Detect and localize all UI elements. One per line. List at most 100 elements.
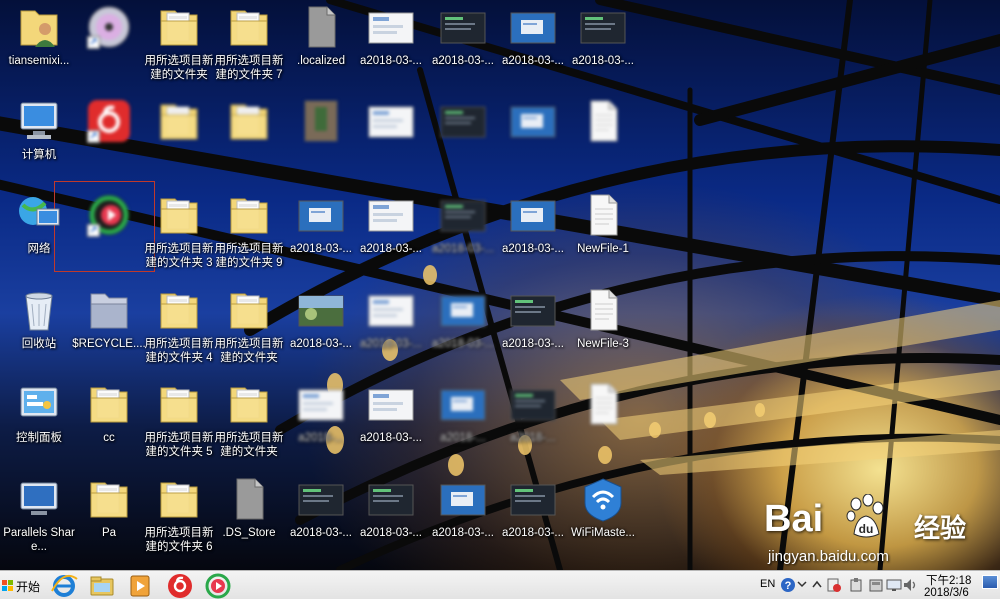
action-center-icon[interactable] (826, 577, 842, 593)
desktop-icon-folder-4[interactable]: 用所选项目新建的文件夹 4 (142, 283, 216, 375)
folder-icon (225, 286, 273, 334)
desktop-icon-wifi-master[interactable]: WiFiMaste... (566, 472, 640, 564)
desktop-icon-folder-10[interactable]: 用所选项目新建的文件夹 (212, 377, 286, 469)
desktop-icon-shot-r3c5[interactable]: a2018-03-... (284, 188, 358, 280)
desktop-icon-ds-store[interactable]: .DS_Store (212, 472, 286, 564)
desktop-icon-shot-r5c5[interactable]: a2018-... (284, 377, 358, 469)
desktop-icon-shot-r4c7[interactable]: a2018-03-... (426, 283, 500, 375)
desktop-icon-shot-r6c6[interactable]: a2018-03-... (354, 472, 428, 564)
desktop-icon-shot-r6c5[interactable]: a2018-03-... (284, 472, 358, 564)
desktop-icon-shot-r4c6[interactable]: a2018-03-... (354, 283, 428, 375)
desktop-icon-newfile-3[interactable]: NewFile-3 (566, 283, 640, 375)
volume-icon[interactable] (902, 577, 918, 593)
taskbar-video-player-button[interactable] (204, 573, 234, 599)
shot-light-icon (367, 97, 415, 145)
desktop-icon-folder-7[interactable]: 用所选项目新建的文件夹 7 (212, 0, 286, 92)
desktop-icon-shot-r3c8[interactable]: a2018-03-... (496, 188, 570, 280)
desktop-icon-shot-r2c6[interactable] (354, 94, 428, 186)
folder-icon (155, 3, 203, 51)
desktop-icon-shot-r5c7[interactable]: a2018-... (426, 377, 500, 469)
desktop-icon-shot-r2c7[interactable] (426, 94, 500, 186)
show-hidden-icons-icon[interactable] (810, 577, 824, 593)
desktop-icon-shot-r6c7[interactable]: a2018-03-... (426, 472, 500, 564)
desktop-icon-network[interactable]: 网络 (2, 188, 76, 280)
desktop-icon-shot-r1c9[interactable]: a2018-03-... (566, 0, 640, 92)
desktop[interactable]: tiansemixi... ↗ 用所选项目新建的文件夹 用所选项目新建的文件夹 7 .l… (0, 0, 1000, 570)
video-player-icon (205, 573, 231, 599)
shot-light-icon (367, 380, 415, 428)
taskbar: 开始 EN ? 下午2:18 2018/3/6 (0, 570, 1000, 599)
desktop-icon-shot-r2c8[interactable] (496, 94, 570, 186)
desktop-icon-app-r5c9[interactable] (566, 377, 640, 469)
storage-device-icon[interactable] (868, 577, 884, 593)
desktop-icon-file-r2c9[interactable] (566, 94, 640, 186)
file-white-icon (579, 191, 627, 239)
desktop-icon-localized[interactable]: .localized (284, 0, 358, 92)
desktop-icon-shot-r5c6[interactable]: a2018-03-... (354, 377, 428, 469)
desktop-icon-shot-r3c6[interactable]: a2018-03-... (354, 188, 428, 280)
taskbar-media-player-button[interactable] (126, 573, 156, 599)
computer-icon (15, 97, 63, 145)
folder-icon (155, 380, 203, 428)
help-icon[interactable]: ? (780, 577, 796, 593)
desktop-icon-dvd-drive[interactable]: ↗ (72, 0, 146, 92)
desktop-icon-folder-r2c3[interactable] (142, 94, 216, 186)
desktop-icon-label: a2018-03-... (501, 527, 564, 539)
shot-dark-icon (509, 286, 557, 334)
desktop-icon-folder-6[interactable]: 用所选项目新建的文件夹 6 (142, 472, 216, 564)
taskbar-ie-button[interactable] (50, 573, 80, 599)
desktop-icon-label: a2018-03-... (431, 527, 494, 539)
desktop-icon-netease-music[interactable]: ↗ (72, 94, 146, 186)
folder-icon (85, 380, 133, 428)
desktop-icon-recycle-folder[interactable]: $RECYCLE.... (72, 283, 146, 375)
desktop-icon-video-player[interactable]: ↗ (72, 188, 146, 280)
desktop-icon-label: cc (103, 432, 115, 444)
input-language-indicator[interactable]: EN (760, 578, 775, 590)
desktop-icon-label: 用所选项目新建的文件夹 6 (144, 527, 214, 553)
file-gray-icon (297, 3, 345, 51)
desktop-icon-label: a2018-03-... (289, 527, 352, 539)
desktop-icon-folder-8[interactable]: 用所选项目新建的文件夹 (212, 283, 286, 375)
desktop-icon-shot-r1c7[interactable]: a2018-03-... (426, 0, 500, 92)
desktop-icon-shot-r4c5[interactable]: a2018-03-... (284, 283, 358, 375)
desktop-icon-shot-r1c8[interactable]: a2018-03-... (496, 0, 570, 92)
desktop-icon-label: 用所选项目新建的文件夹 (214, 432, 284, 458)
folder-icon (225, 97, 273, 145)
watermark-brand-left: Bai (764, 498, 824, 540)
desktop-icon-shot-r3c7[interactable]: a2018-03-... (426, 188, 500, 280)
network-tray-icon[interactable] (886, 577, 902, 593)
chevron-down-icon[interactable] (797, 579, 807, 591)
desktop-icon-shot-r5c8[interactable]: a2018-... (496, 377, 570, 469)
desktop-icon-shot-r6c8[interactable]: a2018-03-... (496, 472, 570, 564)
desktop-icon-label: a2018-03-... (359, 55, 422, 67)
usb-device-icon[interactable] (848, 577, 864, 593)
desktop-icon-folder-3[interactable]: 用所选项目新建的文件夹 3 (142, 188, 216, 280)
show-desktop-button[interactable] (982, 575, 998, 589)
desktop-icon-control-panel[interactable]: 控制面板 (2, 377, 76, 469)
folder-icon (225, 191, 273, 239)
folder-icon (85, 475, 133, 523)
desktop-icon-shot-r1c6[interactable]: a2018-03-... (354, 0, 428, 92)
desktop-icon-photo-r2c5[interactable] (284, 94, 358, 186)
desktop-icon-newfile-1[interactable]: NewFile-1 (566, 188, 640, 280)
desktop-icon-label: 控制面板 (16, 432, 62, 444)
desktop-icon-folder-r1c3[interactable]: 用所选项目新建的文件夹 (142, 0, 216, 92)
desktop-icon-user-folder[interactable]: tiansemixi... (2, 0, 76, 92)
shot-blue-icon (439, 286, 487, 334)
player-icon: ↗ (85, 191, 133, 239)
desktop-icon-cc-folder[interactable]: cc (72, 377, 146, 469)
desktop-icon-label: 回收站 (21, 338, 57, 350)
desktop-icon-folder-9[interactable]: 用所选项目新建的文件夹 9 (212, 188, 286, 280)
desktop-icon-shot-r4c8[interactable]: a2018-03-... (496, 283, 570, 375)
desktop-icon-parallels[interactable]: Parallels Share... (2, 472, 76, 564)
taskbar-explorer-button[interactable] (88, 573, 118, 599)
desktop-icon-label: a2018-03-... (501, 338, 564, 350)
desktop-icon-folder-r2c4[interactable] (212, 94, 286, 186)
desktop-icon-pa-folder[interactable]: Pa (72, 472, 146, 564)
desktop-icon-label: a2018-03-... (501, 243, 564, 255)
start-button[interactable]: 开始 (0, 574, 40, 598)
taskbar-netease-music-button[interactable] (166, 573, 196, 599)
desktop-icon-folder-5[interactable]: 用所选项目新建的文件夹 5 (142, 377, 216, 469)
desktop-icon-computer[interactable]: 计算机 (2, 94, 76, 186)
desktop-icon-recycle-bin[interactable]: 回收站 (2, 283, 76, 375)
